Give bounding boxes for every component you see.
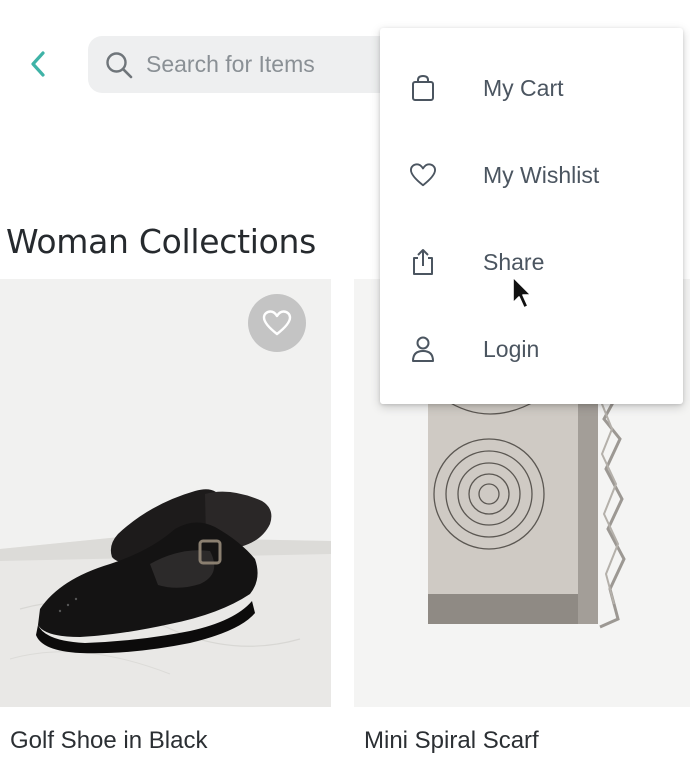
user-icon (408, 334, 438, 364)
wishlist-button[interactable] (248, 294, 306, 352)
heart-icon (408, 160, 438, 190)
menu-item-label: My Wishlist (483, 161, 600, 188)
menu-item-label: Login (483, 335, 540, 362)
back-button[interactable] (18, 44, 58, 84)
share-icon (408, 247, 438, 277)
menu-item-my-cart[interactable]: My Cart (380, 58, 683, 118)
product-name[interactable]: Mini Spiral Scarf (364, 727, 539, 755)
product-image-shoes[interactable] (0, 279, 331, 707)
product-card[interactable]: Golf Shoe in Black (0, 279, 331, 754)
menu-item-my-wishlist[interactable]: My Wishlist (380, 145, 683, 205)
menu-item-label: My Cart (483, 74, 564, 101)
menu-item-label: Share (483, 248, 545, 275)
menu-item-login[interactable]: Login (380, 319, 683, 379)
heart-icon (262, 310, 292, 336)
section-title: Woman Collections (6, 222, 316, 261)
search-input[interactable] (146, 44, 406, 85)
options-menu: My Cart My Wishlist Share Login (380, 28, 683, 404)
chevron-left-icon (31, 51, 45, 77)
shopping-bag-icon (408, 73, 438, 103)
search-icon (102, 48, 136, 82)
product-name[interactable]: Golf Shoe in Black (10, 727, 207, 755)
menu-item-share[interactable]: Share (380, 232, 683, 292)
